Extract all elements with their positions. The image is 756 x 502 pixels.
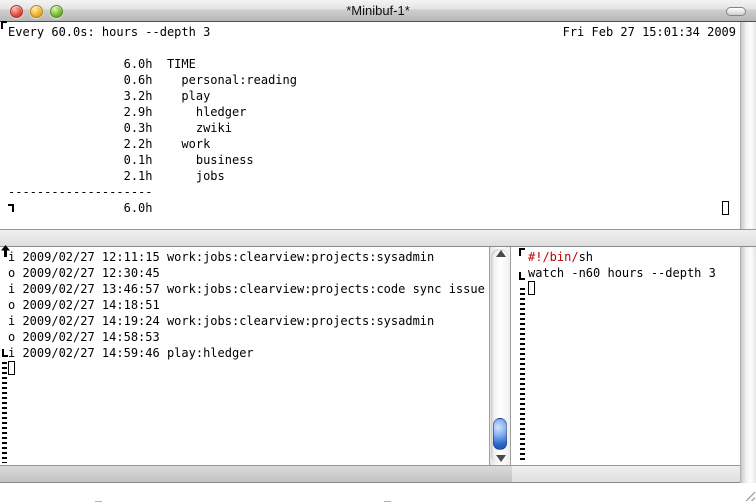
term-scrollbar[interactable] <box>740 22 756 229</box>
ansi-term-buffer[interactable]: Every 60.0s: hours --depth 3 Fri Feb 27 … <box>0 22 740 229</box>
term-cursor <box>722 201 729 215</box>
timelog-line: o 2009/02/27 12:30:45 <box>8 265 485 281</box>
timelog-cursor <box>8 361 15 375</box>
timelog-line: i 2009/02/27 14:19:24 work:jobs:clearvie… <box>8 313 485 329</box>
modeline-watchhours[interactable]: --:-- watchhours All (3,0) <box>512 465 740 483</box>
report-line: 2.1h jobs <box>8 168 297 184</box>
buffer-continues-above-icon <box>1 245 10 257</box>
buffer-end-icon <box>8 204 14 212</box>
buffer-end-icon <box>2 349 8 357</box>
report-line: 0.1h business <box>8 152 297 168</box>
buffer-start-icon <box>1 21 7 29</box>
timelog-line: i 2009/02/27 13:46:57 work:jobs:clearvie… <box>8 281 485 297</box>
watch-header: Every 60.0s: hours --depth 3 <box>8 24 210 40</box>
report-line: 2.9h hledger <box>8 104 297 120</box>
shebang-interpreter: sh <box>579 250 593 264</box>
toolbar-toggle-icon[interactable] <box>726 7 746 16</box>
titlebar[interactable]: *Minibuf-1* <box>0 0 756 22</box>
empty-lines-indicator <box>520 288 525 463</box>
modeline-ansi-term[interactable]: -u:** *ansi-term* All (13,101) (Term: ch… <box>0 229 756 247</box>
buffer-start-icon <box>519 248 525 256</box>
hours-report: 6.0h TIME 0.6h personal:reading 3.2h pla… <box>8 56 297 216</box>
scroll-down-icon[interactable] <box>496 455 506 462</box>
report-line: 3.2h play <box>8 88 297 104</box>
shebang-comment: #!/bin/ <box>528 250 579 264</box>
report-line: 0.6h personal:reading <box>8 72 297 88</box>
empty-lines-indicator <box>2 362 7 463</box>
buffer-end-icon <box>519 272 525 280</box>
script-scrollbar[interactable] <box>740 247 756 483</box>
script-cursor <box>528 281 535 295</box>
watchhours-buffer[interactable]: #!/bin/sh watch -n60 hours --depth 3 <box>511 247 740 465</box>
watch-timestamp: Fri Feb 27 15:01:34 2009 <box>563 24 736 40</box>
command-line: watch -n60 hours --depth 3 <box>528 265 716 281</box>
timelog-scrollbar[interactable] <box>489 247 511 465</box>
timelog-line: i 2009/02/27 14:59:46 play:hledger <box>8 345 485 361</box>
report-line: 0.3h zwiki <box>8 120 297 136</box>
report-line: 6.0h TIME <box>8 56 297 72</box>
report-separator: -------------------- <box>8 184 297 200</box>
emacs-window: *Minibuf-1* Every 60.0s: hours --depth 3… <box>0 0 756 502</box>
timelog-line: o 2009/02/27 14:58:53 <box>8 329 485 345</box>
timelog-line: i 2009/02/27 12:11:15 work:jobs:clearvie… <box>8 249 485 265</box>
report-line: 6.0h <box>8 200 297 216</box>
timelog-line: o 2009/02/27 14:18:51 <box>8 297 485 313</box>
report-line: 2.2h work <box>8 136 297 152</box>
timelog-buffer[interactable]: i 2009/02/27 12:11:15 work:jobs:clearvie… <box>0 247 489 465</box>
resize-grip-icon[interactable] <box>743 489 755 501</box>
scrollbar-thumb[interactable] <box>493 418 507 450</box>
scroll-up-icon[interactable] <box>496 250 506 257</box>
shebang-line: #!/bin/sh <box>528 249 716 265</box>
window-title: *Minibuf-1* <box>0 3 756 18</box>
modeline-timelog[interactable]: --:-- current.timelog Bot (3726,0) darcs… <box>0 465 512 483</box>
minibuffer[interactable]: Redo: (ansi-term "/Users/simon/bin/watch… <box>0 483 756 502</box>
